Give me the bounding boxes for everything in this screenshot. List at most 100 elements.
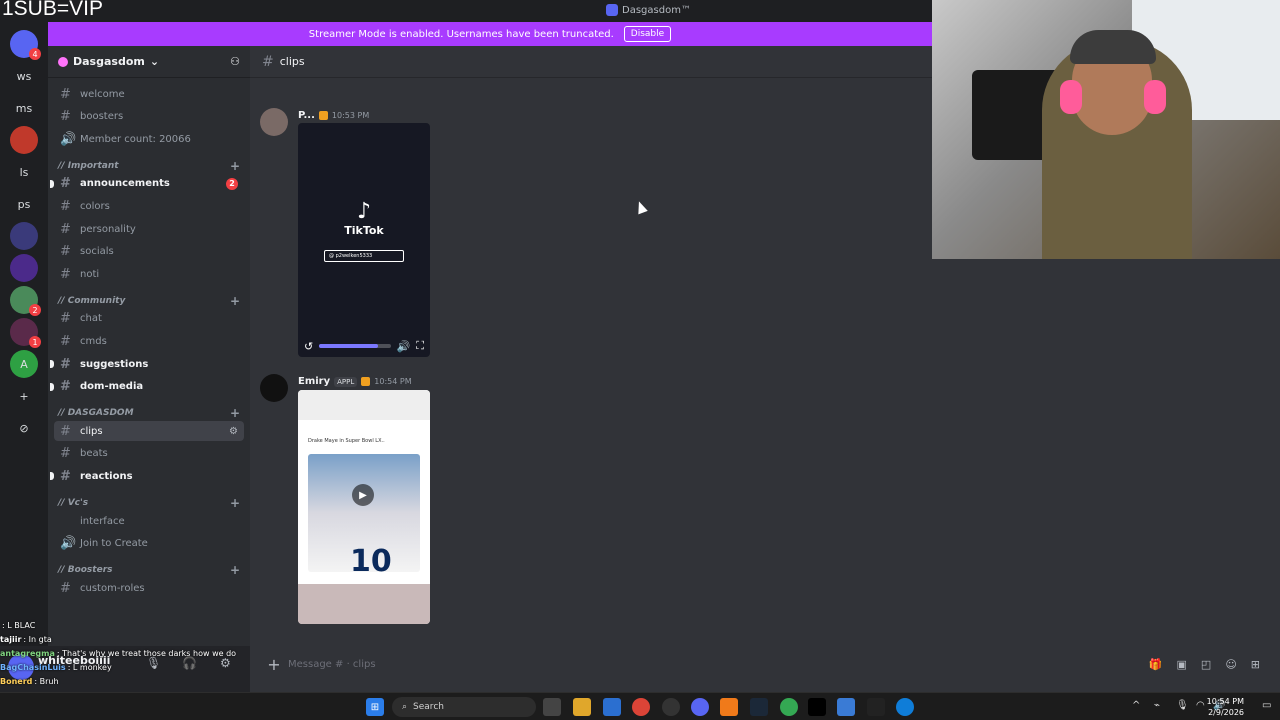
volume-icon[interactable]: 🔊	[397, 340, 411, 353]
photo: ▶ 10	[308, 454, 420, 579]
channel-dom-media[interactable]: # dom-media	[50, 377, 244, 397]
channel-beats[interactable]: # beats	[54, 444, 244, 464]
wifi-icon[interactable]: ◠	[1196, 700, 1205, 711]
category-header[interactable]: // Vc's +	[58, 495, 244, 511]
video-progress[interactable]	[319, 344, 391, 348]
category-header[interactable]: // Boosters +	[58, 562, 244, 578]
gift-icon[interactable]: 🎁	[1149, 658, 1163, 671]
store-icon[interactable]	[603, 698, 621, 716]
add-channel-icon[interactable]: +	[230, 159, 240, 173]
channel-clips[interactable]: # clips ⚙	[54, 421, 244, 442]
avatar[interactable]	[260, 374, 288, 402]
server-avatar-icon[interactable]	[10, 254, 38, 282]
category-header[interactable]: // Community +	[58, 293, 244, 309]
channel-cmds[interactable]: # cmds	[54, 331, 244, 351]
obs-icon[interactable]	[662, 698, 680, 716]
mic-icon[interactable]: 🎙	[1176, 700, 1189, 711]
message-author[interactable]: P...	[298, 110, 315, 121]
channel-member-count-20066[interactable]: 🔊 Member count: 20066	[54, 129, 244, 149]
channel-personality[interactable]: # personality	[54, 219, 244, 239]
server-avatar-icon[interactable]	[10, 222, 38, 250]
server-item-ms[interactable]: ms	[10, 94, 38, 122]
add-server-icon[interactable]: +	[10, 382, 38, 410]
message-composer[interactable]: + Message # · clips 🎁 ▣ ◰ ☺ ⊞	[260, 650, 1270, 678]
server-avatar-icon[interactable]	[10, 126, 38, 154]
sticker-icon[interactable]: ◰	[1201, 658, 1211, 671]
search-icon: ⌕	[402, 702, 408, 712]
terminal-icon[interactable]	[808, 698, 826, 716]
app-icon[interactable]	[837, 698, 855, 716]
gif-icon[interactable]: ▣	[1177, 658, 1187, 671]
hash-icon: #	[60, 266, 71, 282]
fullscreen-icon[interactable]: ⛶	[416, 339, 424, 353]
unread-indicator	[50, 382, 54, 391]
image-attachment[interactable]: Drake Maye in Super Bowl LX.. ▶ 10	[298, 390, 430, 624]
app-icon[interactable]	[720, 698, 738, 716]
video-attachment[interactable]: ♪ TikTok @ p2welken5333 ↺ 🔊 ⛶	[298, 123, 430, 357]
channel-label: boosters	[80, 111, 124, 123]
channel-interface[interactable]: interface	[54, 511, 244, 531]
server-avatar-icon[interactable]: 2	[10, 286, 41, 316]
unread-indicator	[50, 179, 54, 188]
add-channel-icon[interactable]: +	[230, 406, 240, 420]
file-explorer-icon[interactable]	[573, 698, 591, 716]
invite-icon[interactable]: ⚇	[230, 55, 240, 68]
channel-chat[interactable]: # chat	[54, 309, 244, 329]
disable-streamer-mode-button[interactable]: Disable	[623, 26, 672, 42]
server-avatar-icon[interactable]: 1	[10, 318, 41, 348]
category-header[interactable]: // DASGASDOM +	[58, 405, 244, 421]
discord-home-icon[interactable]: 4	[10, 30, 41, 60]
channel-reactions[interactable]: # reactions	[50, 466, 244, 486]
explore-icon[interactable]: ⊘	[10, 414, 38, 442]
server-avatar-icon[interactable]: A	[10, 350, 38, 378]
unread-badge: 1	[29, 336, 41, 348]
hash-icon: #	[60, 176, 71, 192]
taskbar-clock[interactable]: 10:54 PM 2/9/2026	[1207, 696, 1244, 718]
add-channel-icon[interactable]: +	[230, 294, 240, 308]
channel-noti[interactable]: # noti	[54, 264, 244, 284]
apps-icon[interactable]: ⊞	[1251, 658, 1260, 671]
chrome-icon[interactable]	[632, 698, 650, 716]
taskbar-search-label: Search	[413, 702, 444, 712]
unread-badge: 4	[29, 48, 41, 60]
taskbar-search[interactable]: ⌕ Search	[392, 697, 536, 717]
server-item-ws[interactable]: ws	[10, 62, 38, 90]
channel-socials[interactable]: # socials	[54, 242, 244, 262]
message-input[interactable]: Message # · clips	[288, 659, 376, 670]
server-item-ls[interactable]: ls	[10, 158, 38, 186]
hash-icon: #	[262, 53, 274, 70]
discord-icon[interactable]	[691, 698, 709, 716]
category-header[interactable]: // Important +	[58, 158, 244, 174]
avatar[interactable]	[260, 108, 288, 136]
channel-suggestions[interactable]: # suggestions	[50, 354, 244, 374]
app-icon[interactable]	[867, 698, 885, 716]
channel-announcements[interactable]: # announcements 2	[50, 174, 244, 194]
message-author[interactable]: Emiry	[298, 376, 330, 387]
channel-colors[interactable]: # colors	[54, 196, 244, 216]
server-label: ⊘	[19, 421, 29, 435]
task-view-icon[interactable]	[543, 698, 561, 716]
channel-join-to-create[interactable]: 🔊 Join to Create	[54, 534, 244, 554]
add-channel-icon[interactable]: +	[230, 563, 240, 577]
emoji-icon[interactable]: ☺	[1225, 658, 1236, 671]
channel-welcome[interactable]: # welcome	[54, 84, 244, 104]
channel-label: interface	[80, 515, 125, 527]
network-icon[interactable]: ⌁	[1154, 700, 1160, 711]
browser-icon[interactable]	[780, 698, 798, 716]
mention-badge: 2	[226, 177, 238, 190]
edge-icon[interactable]	[896, 698, 914, 716]
add-channel-icon[interactable]: +	[230, 496, 240, 510]
server-header[interactable]: Dasgasdom ⌄ ⚇	[48, 46, 250, 78]
gear-icon[interactable]: ⚙	[229, 426, 238, 437]
unread-indicator	[50, 472, 54, 481]
server-item-ps[interactable]: ps	[10, 190, 38, 218]
replay-icon[interactable]: ↺	[304, 340, 313, 353]
channel-custom-roles[interactable]: # custom-roles	[54, 578, 244, 598]
add-attachment-icon[interactable]: +	[260, 655, 288, 674]
steam-icon[interactable]	[750, 698, 768, 716]
chevron-up-icon[interactable]: ^	[1132, 700, 1140, 711]
windows-start-icon[interactable]: ⊞	[366, 698, 384, 716]
notification-icon[interactable]: ▭	[1262, 700, 1271, 711]
play-icon[interactable]: ▶	[352, 484, 374, 506]
channel-boosters[interactable]: # boosters	[54, 107, 244, 127]
